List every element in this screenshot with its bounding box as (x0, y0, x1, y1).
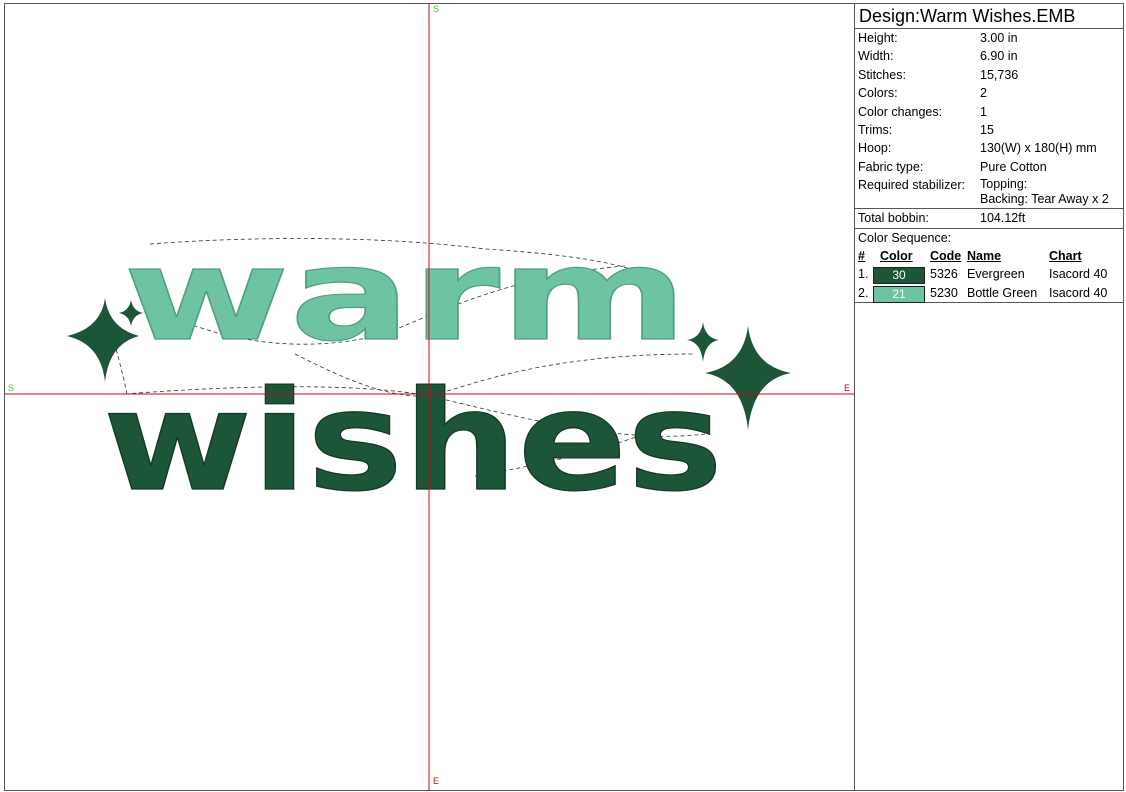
row-code: 5230 (930, 285, 958, 300)
info-value: 1 (980, 104, 987, 119)
info-value: 104.12ft (980, 211, 1026, 226)
color-sequence-row[interactable]: 2. 21 5230 Bottle Green Isacord 40 (855, 284, 1123, 304)
color-sequence-title: Color Sequence: (858, 230, 952, 245)
design-title-prefix: Design: (859, 6, 921, 26)
info-row-stabilizer: Required stabilizer: Topping: Backing: T… (855, 176, 1123, 208)
color-sequence-row[interactable]: 1. 30 5326 Evergreen Isacord 40 (855, 265, 1123, 285)
color-sequence: Color Sequence: # Color Code Name Chart … (855, 227, 1123, 304)
axis-label-right: E (844, 383, 851, 393)
row-chart: Isacord 40 (1049, 267, 1108, 282)
info-value: Pure Cotton (980, 159, 1047, 174)
info-row-trims: Trims: 15 (855, 121, 1123, 139)
header-name: Name (967, 248, 1002, 263)
design-canvas[interactable]: warm wishes S E S E (4, 3, 855, 791)
info-value: 15 (980, 122, 994, 137)
sparkle-small-right (687, 322, 719, 362)
info-label: Total bobbin: (858, 211, 929, 226)
design-text-warm: warm (123, 221, 688, 370)
color-swatch: 21 (873, 285, 925, 303)
info-row-color-changes: Color changes: 1 (855, 103, 1123, 121)
axis-label-top: S (433, 4, 440, 14)
row-name: Evergreen (967, 267, 1025, 282)
info-value: 6.90 in (980, 49, 1018, 64)
row-num: 2. (858, 285, 869, 300)
row-chart: Isacord 40 (1049, 285, 1108, 300)
info-row-colors: Colors: 2 (855, 84, 1123, 102)
header-chart: Chart (1049, 248, 1082, 263)
info-value: 2 (980, 86, 987, 101)
info-row-fabric-type: Fabric type: Pure Cotton (855, 158, 1123, 176)
header-code: Code (930, 248, 962, 263)
info-row-stitches: Stitches: 15,736 (855, 66, 1123, 84)
info-label: Height: (858, 31, 898, 45)
color-sequence-header: # Color Code Name Chart (855, 247, 1123, 266)
design-file-name: Warm Wishes.EMB (920, 6, 1076, 26)
stabilizer-topping: Topping: (980, 177, 1028, 192)
info-label: Required stabilizer: (858, 178, 965, 193)
info-row-height: Height: 3.00 in (855, 29, 1123, 47)
info-value: 15,736 (980, 67, 1019, 82)
info-row-total-bobbin: Total bobbin: 104.12ft (855, 208, 1123, 227)
stabilizer-backing: Backing: Tear Away x 2 (980, 192, 1109, 207)
info-value: 3.00 in (980, 31, 1018, 45)
row-name: Bottle Green (967, 285, 1038, 300)
color-swatch: 30 (873, 267, 925, 285)
row-code: 5326 (930, 267, 958, 282)
axis-label-left: S (8, 383, 15, 393)
row-num: 1. (858, 267, 869, 282)
header-num: # (858, 248, 865, 263)
axis-label-bottom: E (433, 776, 440, 786)
design-preview: warm wishes (5, 4, 854, 790)
header-color: Color (880, 248, 913, 263)
info-row-width: Width: 6.90 in (855, 47, 1123, 65)
info-label: Width: (858, 49, 894, 64)
info-label: Color changes: (858, 104, 943, 119)
info-value: Topping: Backing: Tear Away x 2 (980, 177, 1109, 207)
info-row-hoop: Hoop: 130(W) x 180(H) mm (855, 139, 1123, 157)
info-label: Colors: (858, 86, 898, 101)
design-properties: Height: 3.00 in Width: 6.90 in Stitches: 15… (855, 29, 1123, 228)
info-label: Hoop: (858, 141, 892, 156)
design-info-panel: Design:Warm Wishes.EMB Height: 3.00 in Wi… (854, 3, 1124, 791)
info-label: Trims: (858, 122, 893, 137)
info-value: 130(W) x 180(H) mm (980, 141, 1097, 156)
info-label: Fabric type: (858, 159, 924, 174)
design-text-wishes: wishes (103, 361, 723, 522)
design-title: Design:Warm Wishes.EMB (855, 4, 1123, 29)
info-label: Stitches: (858, 67, 906, 82)
